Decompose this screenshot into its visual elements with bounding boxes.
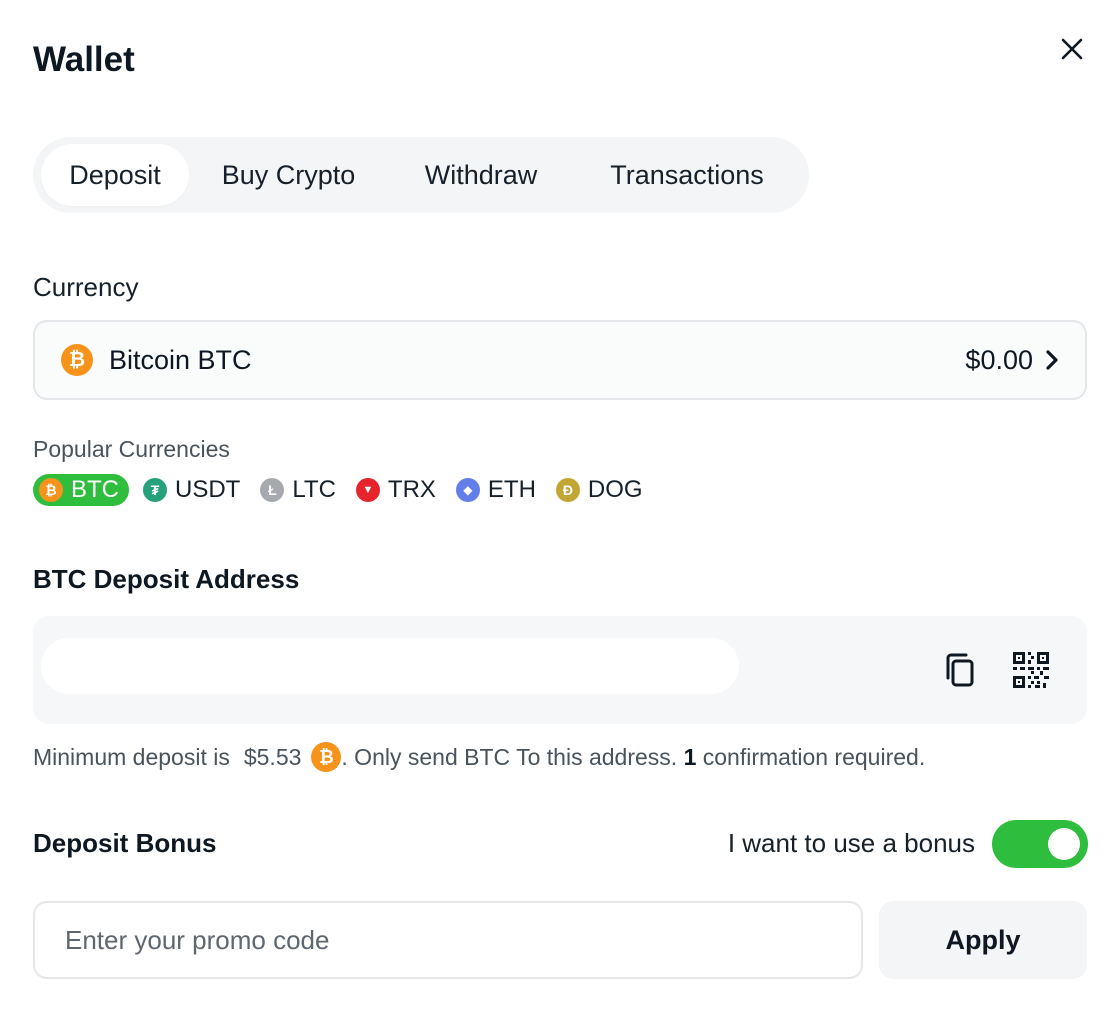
chip-dog[interactable]: Ð DOG bbox=[552, 474, 649, 506]
qr-code-icon bbox=[1013, 652, 1049, 688]
currency-label: Currency bbox=[33, 272, 139, 302]
tab-transactions[interactable]: Transactions bbox=[574, 144, 800, 206]
toggle-knob bbox=[1048, 828, 1080, 860]
tab-deposit[interactable]: Deposit bbox=[41, 144, 189, 206]
tab-withdraw[interactable]: Withdraw bbox=[388, 144, 574, 206]
ethereum-icon: ◆ bbox=[455, 478, 480, 502]
minimum-deposit-note: Minimum deposit is $5.53 ₿ . Only send B… bbox=[33, 740, 925, 774]
bitcoin-icon: ₿ bbox=[39, 478, 63, 502]
bonus-toggle[interactable] bbox=[992, 820, 1088, 868]
min-deposit-middle: . Only send BTC To this address. bbox=[341, 743, 678, 770]
wallet-title: Wallet bbox=[33, 40, 135, 79]
chip-label: ETH bbox=[487, 476, 536, 503]
chip-label: LTC bbox=[292, 476, 336, 503]
promo-code-input[interactable] bbox=[33, 901, 863, 979]
tether-icon: ₮ bbox=[143, 478, 167, 502]
close-icon bbox=[1061, 38, 1083, 60]
qr-code-button[interactable] bbox=[1011, 650, 1051, 690]
popular-currencies: ₿ BTC ₮ USDT Ł LTC ▼ TRX ◆ ETH Ð DOG bbox=[33, 474, 659, 506]
min-deposit-suffix: confirmation required. bbox=[702, 743, 926, 770]
tab-buy-crypto[interactable]: Buy Crypto bbox=[189, 144, 388, 206]
deposit-address-field[interactable] bbox=[41, 638, 739, 694]
currency-balance: $0.00 bbox=[965, 344, 1033, 375]
apply-button[interactable]: Apply bbox=[879, 901, 1087, 979]
popular-currencies-label: Popular Currencies bbox=[33, 436, 230, 462]
deposit-address-box bbox=[33, 616, 1087, 724]
currency-select[interactable]: ₿ Bitcoin BTC $0.00 bbox=[33, 320, 1087, 400]
litecoin-icon: Ł bbox=[260, 478, 285, 502]
chip-label: USDT bbox=[175, 476, 241, 503]
chip-btc[interactable]: ₿ BTC bbox=[33, 474, 129, 506]
bitcoin-icon: ₿ bbox=[311, 742, 342, 772]
bitcoin-icon: ₿ bbox=[61, 344, 93, 376]
chip-usdt[interactable]: ₮ USDT bbox=[139, 474, 246, 506]
min-deposit-prefix: Minimum deposit is bbox=[33, 743, 230, 770]
deposit-bonus-label: Deposit Bonus bbox=[33, 828, 217, 858]
copy-icon bbox=[946, 653, 974, 687]
copy-address-button[interactable] bbox=[941, 650, 979, 690]
bonus-toggle-label: I want to use a bonus bbox=[727, 828, 975, 858]
chip-label: DOG bbox=[587, 476, 643, 503]
deposit-address-label: BTC Deposit Address bbox=[33, 564, 300, 594]
min-deposit-amount: $5.53 bbox=[243, 743, 302, 770]
chip-ltc[interactable]: Ł LTC bbox=[256, 474, 342, 506]
chip-label: TRX bbox=[387, 476, 436, 503]
close-button[interactable] bbox=[1056, 33, 1088, 65]
wallet-tabs: Deposit Buy Crypto Withdraw Transactions bbox=[33, 137, 809, 213]
currency-name: Bitcoin BTC bbox=[109, 344, 252, 375]
chip-trx[interactable]: ▼ TRX bbox=[352, 474, 442, 506]
dogecoin-icon: Ð bbox=[555, 478, 580, 502]
chip-label: BTC bbox=[71, 476, 119, 503]
confirmations-count: 1 bbox=[683, 743, 697, 770]
tron-icon: ▼ bbox=[355, 478, 380, 502]
chip-eth[interactable]: ◆ ETH bbox=[452, 474, 542, 506]
chevron-right-icon bbox=[1046, 350, 1058, 370]
